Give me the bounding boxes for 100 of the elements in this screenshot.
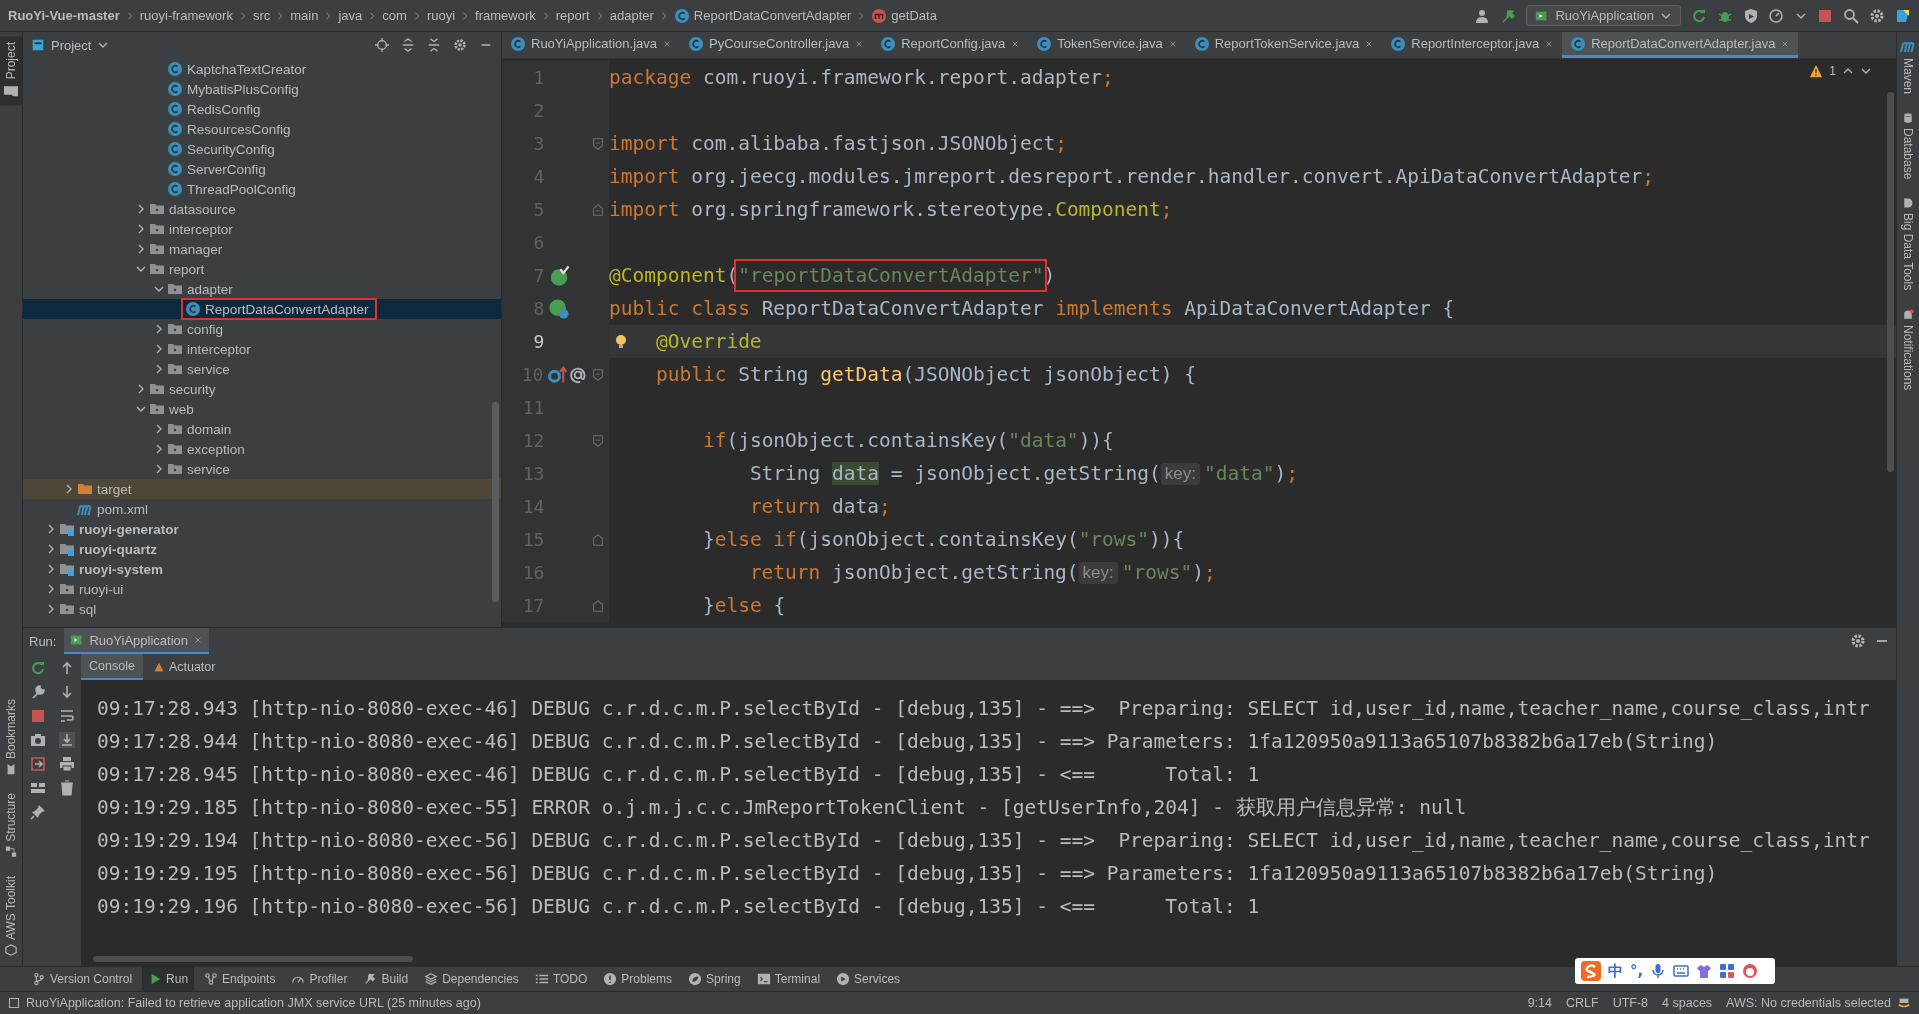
breadcrumb[interactable]: report xyxy=(555,8,590,23)
tree-item[interactable]: domain xyxy=(23,419,501,439)
close-icon[interactable] xyxy=(854,38,865,49)
status-item[interactable]: 4 spaces xyxy=(1662,996,1713,1010)
layout-icon[interactable] xyxy=(29,780,46,796)
punctuation-mode[interactable]: °, xyxy=(1630,962,1644,980)
tree-item[interactable]: ruoyi-quartz xyxy=(23,539,501,559)
locate-icon[interactable] xyxy=(375,38,389,52)
settings-icon[interactable] xyxy=(1850,633,1866,649)
status-item[interactable]: AWS: No credentials selected xyxy=(1726,996,1891,1010)
console-tab[interactable]: Console xyxy=(81,654,143,680)
bean-class-icon[interactable] xyxy=(548,297,571,320)
camera-icon[interactable] xyxy=(29,732,46,748)
breadcrumb[interactable]: adapter xyxy=(609,8,654,23)
tree-item[interactable]: service xyxy=(23,359,501,379)
tree-item[interactable]: ruoyi-generator xyxy=(23,519,501,539)
tree-item[interactable]: datasource xyxy=(23,199,501,219)
close-icon[interactable] xyxy=(1364,38,1375,49)
breadcrumb[interactable]: ReportDataConvertAdapter xyxy=(673,7,852,24)
tree-item[interactable]: service xyxy=(23,459,501,479)
status-item[interactable]: CRLF xyxy=(1566,996,1599,1010)
bean-icon[interactable] xyxy=(548,264,571,287)
grid-icon[interactable] xyxy=(1719,963,1736,979)
aws-icon[interactable] xyxy=(1897,996,1911,1010)
breadcrumb[interactable]: framework xyxy=(475,8,536,23)
input-mode[interactable]: 中 xyxy=(1608,961,1623,981)
app-logo-icon[interactable] xyxy=(1895,7,1911,24)
editor-tab[interactable]: TokenService.java xyxy=(1028,32,1186,58)
stop-icon[interactable] xyxy=(29,708,46,724)
tool-window-button[interactable]: Dependencies xyxy=(418,967,525,991)
pin-icon[interactable] xyxy=(29,804,46,820)
tree-item[interactable]: ReportDataConvertAdapter xyxy=(23,299,501,319)
hammer-icon[interactable] xyxy=(1500,7,1517,24)
breadcrumb[interactable]: ruoyi xyxy=(426,8,456,23)
editor-tab[interactable]: ReportDataConvertAdapter.java xyxy=(1562,32,1799,58)
settings-icon[interactable] xyxy=(1869,7,1885,24)
warning-count[interactable]: 1 xyxy=(1829,64,1836,78)
status-icon[interactable] xyxy=(8,997,20,1009)
close-icon[interactable] xyxy=(1167,38,1178,49)
rerun-icon[interactable] xyxy=(29,660,46,676)
tree-item[interactable]: exception xyxy=(23,439,501,459)
expand-all-icon[interactable] xyxy=(401,38,415,52)
microphone-icon[interactable] xyxy=(1650,963,1667,979)
close-icon[interactable] xyxy=(662,38,672,49)
tree-item[interactable]: ruoyi-system xyxy=(23,559,501,579)
tree-item[interactable]: ServerConfig xyxy=(23,159,501,179)
profile-icon[interactable] xyxy=(1769,7,1785,24)
tool-window-button[interactable]: Problems xyxy=(597,967,678,991)
close-icon[interactable] xyxy=(1544,38,1555,49)
status-item[interactable]: UTF-8 xyxy=(1612,996,1649,1010)
run-tab[interactable]: RuoYiApplication xyxy=(64,628,209,654)
scrollbar[interactable] xyxy=(1887,92,1894,472)
close-icon[interactable] xyxy=(1010,38,1021,49)
breadcrumb[interactable]: RuoYi-Vue-master xyxy=(8,8,120,23)
editor-tab[interactable]: ReportTokenService.java xyxy=(1185,32,1383,58)
tool-window-tab[interactable]: Structure xyxy=(0,787,22,864)
tree-item[interactable]: SecurityConfig xyxy=(23,139,501,159)
print-icon[interactable] xyxy=(58,756,75,772)
scrollbar[interactable] xyxy=(93,956,413,962)
tree-item[interactable]: sql xyxy=(23,599,501,619)
tool-window-tab[interactable]: Bookmarks xyxy=(0,693,22,782)
search-icon[interactable] xyxy=(1843,7,1859,24)
tool-window-button[interactable]: Run xyxy=(142,967,195,991)
tree-item[interactable]: interceptor xyxy=(23,219,501,239)
tool-window-button[interactable]: Profiler xyxy=(285,967,354,991)
tree-item[interactable]: ResourcesConfig xyxy=(23,119,501,139)
tree-item[interactable]: config xyxy=(23,319,501,339)
tool-window-tab[interactable]: Project xyxy=(0,36,22,106)
trash-icon[interactable] xyxy=(58,780,75,796)
tool-window-button[interactable]: Endpoints xyxy=(198,967,282,991)
tool-window-tab[interactable]: Notifications xyxy=(1901,308,1915,390)
panel-title[interactable]: Project xyxy=(51,37,92,53)
shield-icon[interactable] xyxy=(1743,7,1759,24)
stop-icon[interactable] xyxy=(1817,7,1833,24)
warning-icon[interactable] xyxy=(1809,64,1824,78)
settings-icon[interactable] xyxy=(453,38,467,52)
tool-window-button[interactable]: TODO xyxy=(528,967,594,991)
keyboard-icon[interactable] xyxy=(1673,963,1690,979)
breadcrumb[interactable]: java xyxy=(338,8,363,23)
breadcrumb[interactable]: main xyxy=(290,8,319,23)
tree-item[interactable]: report xyxy=(23,259,501,279)
breadcrumb[interactable]: getData xyxy=(871,7,937,24)
tool-window-button[interactable]: Services xyxy=(830,967,907,991)
tree-item[interactable]: RedisConfig xyxy=(23,99,501,119)
lightbulb-icon[interactable] xyxy=(613,333,629,350)
tool-window-button[interactable]: Terminal xyxy=(750,967,827,991)
tree-item[interactable]: adapter xyxy=(23,279,501,299)
console-tab[interactable]: Actuator xyxy=(144,654,224,680)
editor-tab[interactable]: PyCourseController.java xyxy=(680,32,873,58)
exit-icon[interactable] xyxy=(29,756,46,772)
tool-window-button[interactable]: Spring xyxy=(682,967,747,991)
breadcrumb[interactable]: com xyxy=(382,8,407,23)
scrollbar[interactable] xyxy=(492,402,499,602)
editor-tab[interactable]: ReportConfig.java xyxy=(872,32,1029,58)
tree-item[interactable]: pom.xml xyxy=(23,499,501,519)
soft-wrap-icon[interactable] xyxy=(58,708,75,724)
ime-logo-icon[interactable] xyxy=(1581,961,1601,981)
implements-icon[interactable] xyxy=(547,364,568,385)
tree-item[interactable]: target xyxy=(23,479,501,499)
tool-window-tab[interactable]: Maven xyxy=(1900,38,1916,95)
